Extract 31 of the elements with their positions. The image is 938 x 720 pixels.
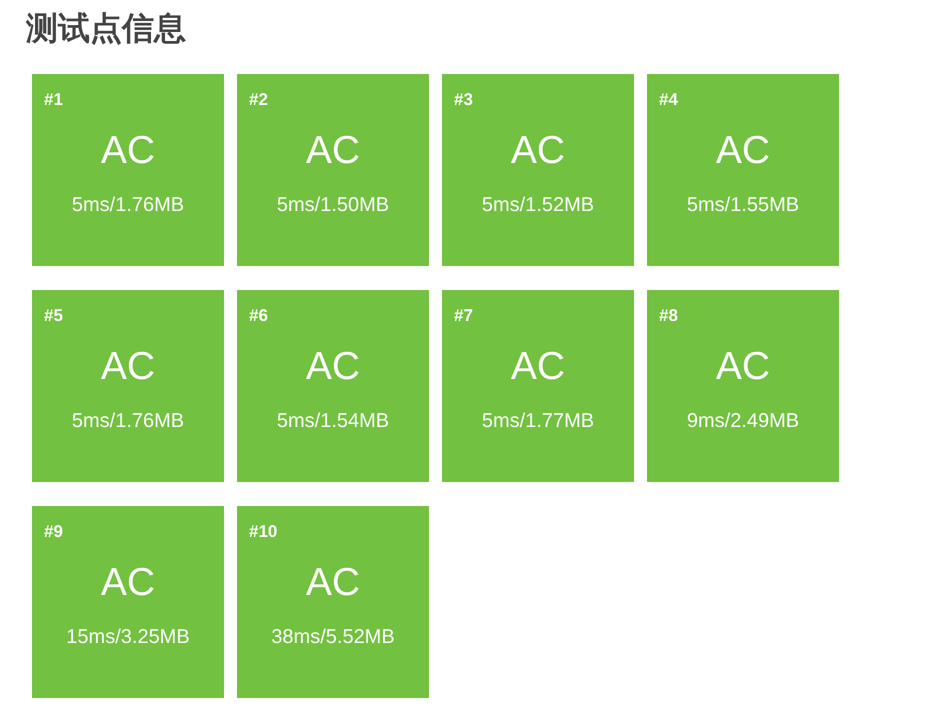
case-number: #6 — [249, 306, 268, 327]
case-number: #10 — [249, 522, 278, 543]
case-number: #3 — [454, 90, 473, 111]
time-memory-text: 5ms/1.54MB — [276, 408, 390, 433]
case-number: #2 — [249, 90, 268, 111]
verdict-label: AC — [510, 128, 566, 174]
time-memory-text: 5ms/1.76MB — [72, 408, 184, 433]
time-memory-text: 9ms/2.49MB — [686, 408, 800, 433]
time-memory-text: 5ms/1.77MB — [482, 408, 594, 433]
time-memory-text: 5ms/1.50MB — [276, 192, 390, 217]
verdict-label: AC — [306, 560, 360, 606]
case-number: #4 — [659, 90, 678, 111]
case-number: #7 — [454, 306, 473, 327]
verdict-label: AC — [306, 128, 360, 174]
verdict-label: AC — [100, 128, 156, 174]
verdict-label: AC — [100, 344, 156, 390]
time-memory-text: 5ms/1.52MB — [482, 192, 594, 217]
case-number: #5 — [44, 306, 63, 327]
verdict-label: AC — [716, 128, 770, 174]
verdict-label: AC — [306, 344, 360, 390]
section-title: 测试点信息 — [26, 9, 186, 48]
time-memory-text: 5ms/1.76MB — [72, 192, 184, 217]
verdict-label: AC — [716, 344, 770, 390]
case-number: #9 — [44, 522, 63, 543]
verdict-label: AC — [100, 560, 156, 606]
case-number: #1 — [44, 90, 63, 111]
time-memory-text: 15ms/3.25MB — [66, 624, 190, 649]
case-number: #8 — [659, 306, 678, 327]
verdict-label: AC — [510, 344, 566, 390]
time-memory-text: 5ms/1.55MB — [686, 192, 800, 217]
time-memory-text: 38ms/5.52MB — [271, 624, 395, 649]
